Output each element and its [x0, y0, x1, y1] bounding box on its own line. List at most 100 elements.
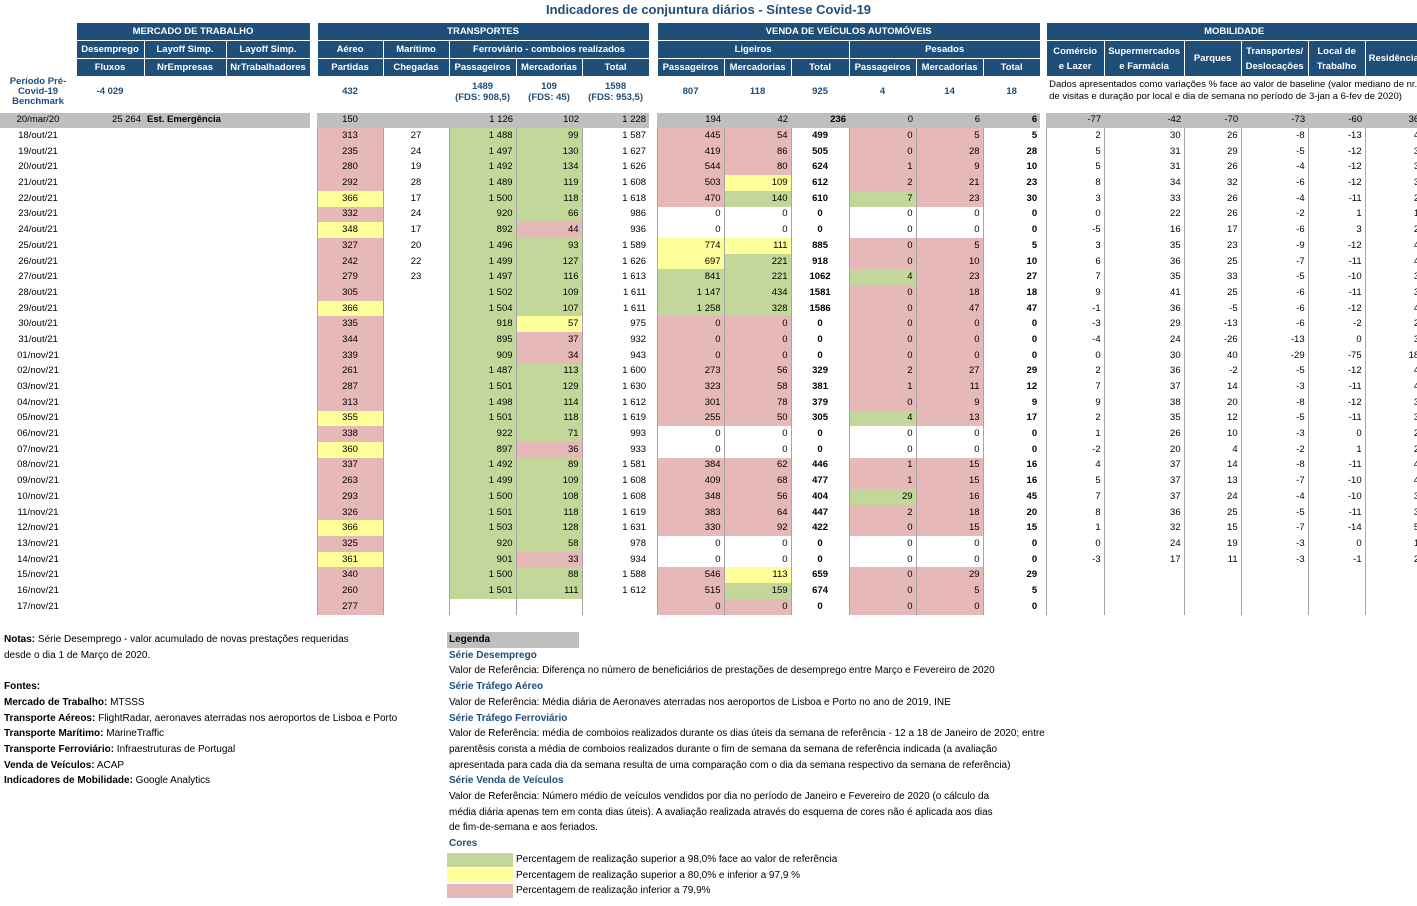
- cell-6: 0: [656, 316, 725, 333]
- cell-4: 134: [515, 159, 583, 176]
- cell-1: 326: [316, 504, 384, 521]
- bench-ferr-passageiros: 1489 (FDS: 908,5): [455, 80, 510, 103]
- ref-mob-3: -73: [1241, 112, 1309, 129]
- gap-cell: [649, 489, 657, 505]
- group-venda: VENDA DE VEÍCULOS AUTOMÓVEIS: [656, 22, 1041, 41]
- cell-1: 260: [316, 583, 384, 599]
- cell-15: -3: [1240, 551, 1309, 568]
- notes-text: Série Desemprego - valor acumulado de no…: [35, 634, 349, 645]
- cell-15: -29: [1240, 347, 1309, 364]
- cell-0: 25/out/21: [18, 239, 58, 251]
- cell-6: 470: [656, 190, 725, 207]
- empty-cell: [76, 348, 144, 364]
- cell-8: 446: [812, 459, 828, 471]
- cell-5: 943: [630, 349, 647, 361]
- cell-6: 0: [656, 426, 725, 442]
- cell-13: 37: [1103, 457, 1185, 474]
- cell-3: 892: [448, 222, 517, 238]
- ref-mob-2: -70: [1184, 112, 1242, 129]
- cell-7: 92: [724, 520, 792, 537]
- cell-15: [1240, 567, 1309, 584]
- cell-17: 3: [1364, 332, 1417, 348]
- cell-17: 18: [1364, 347, 1417, 364]
- cell-3: 920: [448, 536, 517, 552]
- cell-14: 26: [1183, 190, 1242, 207]
- hdr-partidas: Partidas: [316, 58, 384, 77]
- bench-aereo: 432: [342, 85, 358, 97]
- cell-6: 384: [656, 457, 725, 474]
- gap-cell: [649, 442, 657, 458]
- cell-10: 5: [916, 128, 984, 144]
- cell-2: [383, 442, 449, 458]
- hdr-chegadas: Chegadas: [382, 58, 450, 77]
- cell-7: 434: [724, 285, 792, 301]
- cell-15: -5: [1240, 363, 1309, 380]
- cell-2: 23: [410, 271, 422, 283]
- cell-14: -5: [1183, 300, 1242, 317]
- cell-6: 0: [656, 441, 725, 458]
- cell-12: [1045, 598, 1105, 615]
- cell-1: 361: [316, 551, 384, 568]
- cell-9: 4: [848, 410, 917, 427]
- gap-cell: [649, 536, 657, 552]
- cell-9: 0: [848, 598, 917, 615]
- cell-3: 909: [448, 347, 517, 364]
- cell-17: 3: [1364, 269, 1417, 286]
- source-6-label: Indicadores de Mobilidade:: [4, 775, 133, 787]
- gap-cell: [649, 458, 657, 474]
- hdr-ferr-total: Total: [581, 58, 650, 77]
- cell-1: 305: [316, 285, 384, 301]
- source-4-label: Transporte Ferroviário:: [4, 743, 115, 755]
- cell-9: 0: [848, 520, 917, 537]
- cell-8: 624: [812, 161, 828, 173]
- cell-15: -5: [1240, 410, 1309, 427]
- cell-0: 21/out/21: [18, 177, 58, 189]
- table-row: 18/out/21 313 27 1 488 99 1 587 445 54 499 0 5 5 2 30…: [0, 128, 1417, 144]
- cell-10: 0: [916, 598, 984, 615]
- cell-15: -2: [1240, 441, 1309, 458]
- ref-pp: 0: [849, 112, 917, 129]
- cell-7: 328: [724, 300, 792, 317]
- cell-0: 15/nov/21: [17, 569, 59, 581]
- cell-17: 3: [1364, 159, 1417, 176]
- cell-14: 25: [1183, 504, 1242, 521]
- hdr-aereo: Aéreo: [316, 40, 384, 59]
- cell-10: 9: [916, 159, 984, 176]
- cell-14: 14: [1183, 379, 1242, 395]
- cell-12: 5: [1045, 159, 1105, 176]
- cell-12: -4: [1045, 332, 1105, 348]
- cell-7: 64: [724, 504, 792, 521]
- cell-5: 1 626: [622, 161, 647, 173]
- cell-2: 17: [410, 224, 422, 236]
- cell-14: 24: [1183, 489, 1242, 505]
- cell-8: 610: [812, 192, 828, 204]
- table-row: 15/nov/21 340 1 500 88 1 588 546 113 659 0 29 29: [0, 567, 1417, 584]
- cell-12: -5: [1045, 222, 1105, 238]
- empty-cell: [144, 536, 226, 552]
- cell-11: 16: [1026, 475, 1038, 487]
- cell-11: 5: [1031, 584, 1038, 596]
- cell-2: [383, 536, 449, 552]
- source-6: Google Analytics: [132, 775, 211, 787]
- empty-cell: [76, 301, 144, 317]
- cell-2: [383, 520, 449, 536]
- cell-5: 1 608: [622, 177, 647, 189]
- cell-14: -2: [1183, 363, 1242, 380]
- cell-9: 4: [848, 269, 917, 286]
- cell-5: 993: [630, 428, 647, 440]
- cell-10: 0: [916, 332, 984, 348]
- cell-15: -5: [1240, 504, 1309, 521]
- cell-7: 62: [724, 457, 792, 474]
- cell-17: 2: [1364, 551, 1417, 568]
- cell-7: 56: [724, 363, 792, 380]
- hdr-transportes: Transportes/ Deslocações: [1240, 40, 1309, 77]
- cell-6: 503: [656, 175, 725, 191]
- hdr-residencia: Residência: [1364, 40, 1417, 77]
- cell-6: 0: [656, 222, 725, 238]
- cell-10: 0: [916, 536, 984, 552]
- hdr-pes-total: Total: [982, 58, 1041, 77]
- cell-3: 1 496: [448, 238, 517, 254]
- cell-3: 1 503: [448, 520, 517, 537]
- empty-cell: [144, 316, 226, 332]
- cell-13: 24: [1103, 536, 1185, 552]
